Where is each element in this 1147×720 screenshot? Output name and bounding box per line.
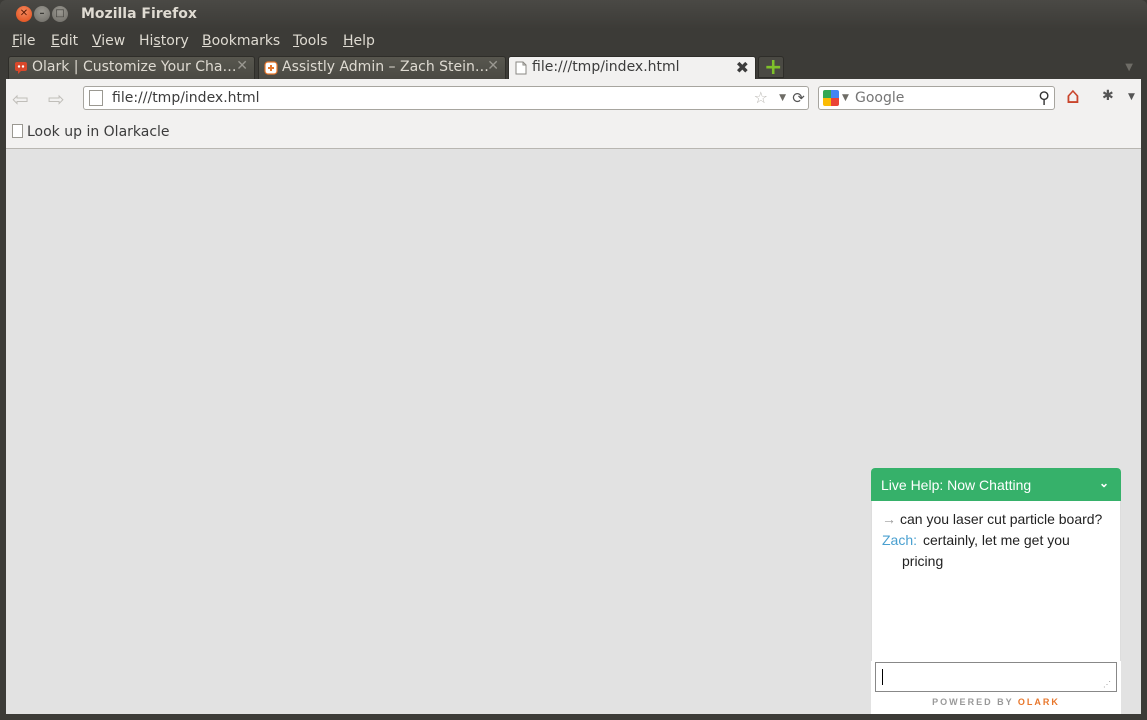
tab-olark[interactable]: Olark | Customize Your Cha… ✕ bbox=[8, 56, 255, 79]
tab-index-html[interactable]: file:///tmp/index.html ✖ bbox=[508, 56, 756, 80]
olark-favicon-icon bbox=[15, 62, 27, 74]
chevron-down-icon[interactable]: ⌄ bbox=[1099, 476, 1109, 490]
window-bottom-edge bbox=[0, 714, 1147, 720]
tab-assistly[interactable]: Assistly Admin – Zach Stein… ✕ bbox=[258, 56, 506, 79]
url-history-dropdown-icon[interactable]: ▼ bbox=[779, 93, 786, 103]
google-engine-icon[interactable] bbox=[823, 90, 839, 106]
search-bar[interactable]: ▼ ⚲ bbox=[818, 86, 1055, 110]
menu-bar: File Edit View History Bookmarks Tools H… bbox=[0, 29, 1147, 54]
powered-by-olark[interactable]: POWERED BY OLARK bbox=[871, 697, 1121, 707]
url-bar[interactable]: ☆ ▼ bbox=[83, 86, 793, 110]
tab-close-icon[interactable]: ✕ bbox=[487, 58, 499, 74]
toolbar-overflow-icon[interactable]: ▼ bbox=[1128, 92, 1135, 102]
bookmark-label: Look up in Olarkacle bbox=[27, 124, 170, 140]
window-close-button[interactable]: ✕ bbox=[16, 6, 32, 22]
tab-label: file:///tmp/index.html bbox=[532, 59, 680, 75]
bookmarks-toolbar: Look up in Olarkacle bbox=[6, 116, 1141, 149]
chat-transcript: → can you laser cut particle board? Zach:… bbox=[871, 501, 1121, 661]
tab-list-arrow-icon[interactable]: ▼ bbox=[1125, 62, 1133, 73]
menu-bookmarks[interactable]: Bookmarks bbox=[202, 33, 280, 49]
plus-icon: + bbox=[764, 55, 783, 80]
menu-view[interactable]: View bbox=[92, 33, 125, 49]
search-icon[interactable]: ⚲ bbox=[1038, 88, 1050, 107]
visitor-arrow-icon: → bbox=[882, 511, 896, 527]
site-identity-icon[interactable] bbox=[89, 90, 103, 106]
window-maximize-button[interactable]: □ bbox=[52, 6, 68, 22]
addon-bug-icon[interactable]: ✱ bbox=[1102, 88, 1114, 104]
new-tab-button[interactable]: + bbox=[758, 55, 784, 80]
title-bar: ✕ – □ Mozilla Firefox bbox=[0, 0, 1147, 29]
bookmark-star-icon[interactable]: ☆ bbox=[754, 88, 768, 107]
menu-edit[interactable]: Edit bbox=[51, 33, 78, 49]
menu-tools[interactable]: Tools bbox=[293, 33, 328, 49]
chat-header-title: Live Help: Now Chatting bbox=[881, 477, 1032, 493]
tab-label: Assistly Admin – Zach Stein… bbox=[282, 59, 489, 75]
window-title: Mozilla Firefox bbox=[81, 6, 197, 22]
tab-close-icon[interactable]: ✖ bbox=[736, 58, 749, 77]
chat-message-visitor: → can you laser cut particle board? bbox=[882, 511, 1103, 527]
tab-close-icon[interactable]: ✕ bbox=[236, 58, 248, 74]
browser-window: ✕ – □ Mozilla Firefox File Edit View His… bbox=[0, 0, 1147, 720]
chat-header[interactable]: Live Help: Now Chatting ⌄ bbox=[871, 468, 1121, 501]
back-button[interactable]: ⇦ bbox=[12, 87, 29, 111]
menu-history[interactable]: History bbox=[139, 33, 189, 49]
search-engine-dropdown-icon[interactable]: ▼ bbox=[842, 93, 849, 103]
home-button[interactable]: ⌂ bbox=[1066, 84, 1080, 109]
page-icon bbox=[515, 61, 527, 75]
tab-label: Olark | Customize Your Cha… bbox=[32, 59, 237, 75]
assistly-favicon-icon bbox=[264, 61, 278, 75]
chat-message-operator: Zach: certainly, let me get you pricing bbox=[882, 532, 1070, 569]
olark-chat-widget: Live Help: Now Chatting ⌄ → can you laser… bbox=[871, 468, 1121, 714]
tab-bar: Olark | Customize Your Cha… ✕ Assistly A… bbox=[0, 54, 1147, 80]
bookmark-item[interactable]: Look up in Olarkacle bbox=[12, 124, 170, 140]
menu-help[interactable]: Help bbox=[343, 33, 375, 49]
navigation-toolbar: ⇦ ⇨ ☆ ▼ ⟳ ▼ ⚲ ⌂ ✱ ▼ bbox=[6, 79, 1141, 116]
window-minimize-button[interactable]: – bbox=[34, 6, 50, 22]
resize-grip-icon[interactable]: ⋰ bbox=[1103, 680, 1111, 689]
text-caret bbox=[882, 669, 883, 685]
url-input[interactable] bbox=[112, 88, 752, 108]
forward-button[interactable]: ⇨ bbox=[48, 87, 65, 111]
operator-name: Zach: bbox=[882, 532, 918, 548]
page-icon bbox=[12, 124, 23, 138]
reload-button[interactable]: ⟳ bbox=[789, 86, 809, 110]
search-input[interactable] bbox=[855, 88, 1025, 108]
page-content: Live Help: Now Chatting ⌄ → can you laser… bbox=[6, 149, 1141, 714]
chat-message-input[interactable]: ⋰ bbox=[875, 662, 1117, 692]
menu-file[interactable]: File bbox=[12, 33, 35, 49]
